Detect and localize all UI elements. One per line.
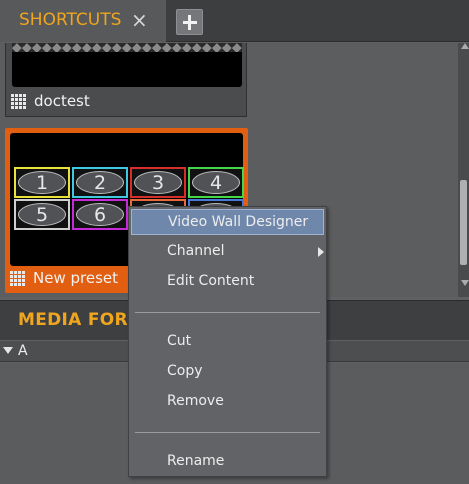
scroll-up-icon[interactable] [461, 43, 469, 49]
menu-item-cut[interactable]: Cut [131, 329, 324, 355]
shortcut-label: New preset [33, 269, 118, 287]
shortcut-label: doctest [34, 92, 90, 110]
sort-arrow-icon[interactable] [3, 347, 13, 354]
close-icon[interactable]: × [131, 8, 148, 32]
submenu-arrow-icon [318, 247, 324, 257]
column-label: A [18, 343, 28, 359]
add-tab-button[interactable] [176, 9, 203, 35]
checker-strip [12, 43, 242, 52]
media-panel-title: MEDIA FOR [18, 310, 128, 330]
shortcut-preview [12, 52, 242, 87]
preset-cell: 3 [130, 167, 186, 198]
preset-cell: 6 [72, 199, 128, 230]
preset-cell: 4 [188, 167, 244, 198]
scroll-down-icon[interactable] [461, 280, 469, 286]
preset-cell: 2 [72, 167, 128, 198]
menu-item-channel[interactable]: Channel [131, 239, 324, 265]
scrollbar-thumb[interactable] [460, 180, 467, 265]
menu-separator [135, 432, 320, 433]
menu-item-remove[interactable]: Remove [131, 389, 324, 415]
tab-title: SHORTCUTS [19, 10, 122, 30]
grid-icon [10, 271, 25, 286]
menu-separator [135, 312, 320, 313]
preset-cell: 5 [14, 199, 70, 230]
shortcut-card-doctest[interactable]: doctest [5, 43, 247, 117]
menu-item-copy[interactable]: Copy [131, 359, 324, 385]
menu-item-video-wall-designer[interactable]: Video Wall Designer [131, 209, 324, 235]
preset-cell: 1 [14, 167, 70, 198]
tab-bar: SHORTCUTS × [0, 0, 469, 42]
menu-item-rename[interactable]: Rename [131, 449, 324, 475]
grid-icon [11, 94, 26, 109]
tab-shortcuts[interactable]: SHORTCUTS × [0, 0, 166, 42]
context-menu: Video Wall Designer Channel Edit Content… [128, 206, 327, 477]
menu-item-edit-content[interactable]: Edit Content [131, 269, 324, 295]
